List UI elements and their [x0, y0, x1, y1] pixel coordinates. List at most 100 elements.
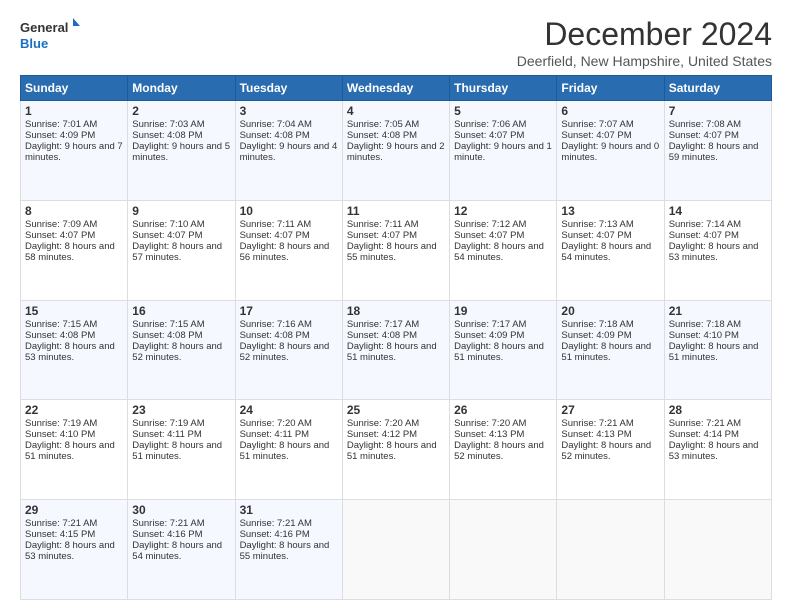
- day-info: Sunrise: 7:05 AM: [347, 119, 445, 130]
- day-number: 18: [347, 304, 445, 318]
- day-cell: 7Sunrise: 7:08 AMSunset: 4:07 PMDaylight…: [664, 101, 771, 201]
- day-info: Sunset: 4:16 PM: [240, 529, 338, 540]
- day-number: 6: [561, 104, 659, 118]
- header-row: SundayMondayTuesdayWednesdayThursdayFrid…: [21, 76, 772, 101]
- day-info: Daylight: 8 hours and 51 minutes.: [240, 440, 338, 462]
- day-info: Sunrise: 7:08 AM: [669, 119, 767, 130]
- day-info: Sunset: 4:08 PM: [347, 130, 445, 141]
- day-info: Daylight: 8 hours and 58 minutes.: [25, 241, 123, 263]
- day-info: Sunset: 4:12 PM: [347, 429, 445, 440]
- day-info: Sunset: 4:07 PM: [454, 130, 552, 141]
- day-info: Daylight: 8 hours and 52 minutes.: [132, 341, 230, 363]
- day-number: 3: [240, 104, 338, 118]
- day-info: Daylight: 8 hours and 56 minutes.: [240, 241, 338, 263]
- week-row-5: 29Sunrise: 7:21 AMSunset: 4:15 PMDayligh…: [21, 500, 772, 600]
- day-info: Daylight: 8 hours and 57 minutes.: [132, 241, 230, 263]
- day-info: Sunset: 4:09 PM: [454, 330, 552, 341]
- day-cell: 11Sunrise: 7:11 AMSunset: 4:07 PMDayligh…: [342, 200, 449, 300]
- logo: General Blue: [20, 16, 80, 52]
- day-info: Sunset: 4:09 PM: [561, 330, 659, 341]
- day-number: 22: [25, 403, 123, 417]
- day-info: Sunrise: 7:06 AM: [454, 119, 552, 130]
- day-info: Daylight: 8 hours and 53 minutes.: [669, 241, 767, 263]
- day-info: Daylight: 8 hours and 54 minutes.: [132, 540, 230, 562]
- day-info: Sunset: 4:16 PM: [132, 529, 230, 540]
- day-info: Sunset: 4:10 PM: [25, 429, 123, 440]
- day-info: Sunset: 4:14 PM: [669, 429, 767, 440]
- day-number: 24: [240, 403, 338, 417]
- day-cell: 31Sunrise: 7:21 AMSunset: 4:16 PMDayligh…: [235, 500, 342, 600]
- day-info: Daylight: 8 hours and 52 minutes.: [240, 341, 338, 363]
- day-info: Sunrise: 7:17 AM: [347, 319, 445, 330]
- day-info: Sunrise: 7:12 AM: [454, 219, 552, 230]
- week-row-1: 1Sunrise: 7:01 AMSunset: 4:09 PMDaylight…: [21, 101, 772, 201]
- page: General Blue December 2024 Deerfield, Ne…: [0, 0, 792, 612]
- col-header-friday: Friday: [557, 76, 664, 101]
- day-cell: 20Sunrise: 7:18 AMSunset: 4:09 PMDayligh…: [557, 300, 664, 400]
- day-info: Sunset: 4:13 PM: [454, 429, 552, 440]
- day-info: Daylight: 8 hours and 52 minutes.: [561, 440, 659, 462]
- day-info: Sunset: 4:08 PM: [240, 130, 338, 141]
- day-info: Sunset: 4:13 PM: [561, 429, 659, 440]
- day-info: Daylight: 8 hours and 55 minutes.: [347, 241, 445, 263]
- day-number: 27: [561, 403, 659, 417]
- day-number: 1: [25, 104, 123, 118]
- day-info: Daylight: 9 hours and 7 minutes.: [25, 141, 123, 163]
- day-info: Sunrise: 7:19 AM: [132, 418, 230, 429]
- day-cell: [664, 500, 771, 600]
- day-info: Sunset: 4:10 PM: [669, 330, 767, 341]
- location-title: Deerfield, New Hampshire, United States: [517, 53, 772, 69]
- day-cell: 21Sunrise: 7:18 AMSunset: 4:10 PMDayligh…: [664, 300, 771, 400]
- day-cell: 24Sunrise: 7:20 AMSunset: 4:11 PMDayligh…: [235, 400, 342, 500]
- day-number: 13: [561, 204, 659, 218]
- day-info: Sunrise: 7:18 AM: [669, 319, 767, 330]
- day-cell: 1Sunrise: 7:01 AMSunset: 4:09 PMDaylight…: [21, 101, 128, 201]
- col-header-thursday: Thursday: [450, 76, 557, 101]
- day-info: Daylight: 8 hours and 53 minutes.: [25, 341, 123, 363]
- day-info: Sunrise: 7:04 AM: [240, 119, 338, 130]
- day-number: 11: [347, 204, 445, 218]
- day-info: Sunset: 4:07 PM: [561, 130, 659, 141]
- day-number: 20: [561, 304, 659, 318]
- day-number: 10: [240, 204, 338, 218]
- day-info: Sunrise: 7:19 AM: [25, 418, 123, 429]
- day-cell: [557, 500, 664, 600]
- day-info: Sunset: 4:15 PM: [25, 529, 123, 540]
- day-number: 31: [240, 503, 338, 517]
- day-info: Daylight: 8 hours and 51 minutes.: [669, 341, 767, 363]
- day-number: 25: [347, 403, 445, 417]
- day-cell: 27Sunrise: 7:21 AMSunset: 4:13 PMDayligh…: [557, 400, 664, 500]
- day-cell: [342, 500, 449, 600]
- day-info: Sunset: 4:07 PM: [347, 230, 445, 241]
- day-number: 7: [669, 104, 767, 118]
- day-cell: 5Sunrise: 7:06 AMSunset: 4:07 PMDaylight…: [450, 101, 557, 201]
- day-cell: 12Sunrise: 7:12 AMSunset: 4:07 PMDayligh…: [450, 200, 557, 300]
- day-info: Sunrise: 7:20 AM: [240, 418, 338, 429]
- day-cell: 23Sunrise: 7:19 AMSunset: 4:11 PMDayligh…: [128, 400, 235, 500]
- day-info: Sunset: 4:08 PM: [25, 330, 123, 341]
- day-number: 28: [669, 403, 767, 417]
- day-info: Daylight: 8 hours and 52 minutes.: [454, 440, 552, 462]
- svg-text:General: General: [20, 20, 68, 35]
- day-cell: 15Sunrise: 7:15 AMSunset: 4:08 PMDayligh…: [21, 300, 128, 400]
- day-number: 12: [454, 204, 552, 218]
- col-header-monday: Monday: [128, 76, 235, 101]
- month-title: December 2024: [517, 16, 772, 53]
- day-info: Sunrise: 7:16 AM: [240, 319, 338, 330]
- day-number: 19: [454, 304, 552, 318]
- day-info: Daylight: 8 hours and 51 minutes.: [561, 341, 659, 363]
- day-info: Sunset: 4:08 PM: [132, 130, 230, 141]
- day-cell: 9Sunrise: 7:10 AMSunset: 4:07 PMDaylight…: [128, 200, 235, 300]
- day-info: Daylight: 8 hours and 54 minutes.: [561, 241, 659, 263]
- week-row-4: 22Sunrise: 7:19 AMSunset: 4:10 PMDayligh…: [21, 400, 772, 500]
- col-header-wednesday: Wednesday: [342, 76, 449, 101]
- day-info: Daylight: 8 hours and 51 minutes.: [132, 440, 230, 462]
- day-info: Daylight: 9 hours and 2 minutes.: [347, 141, 445, 163]
- day-cell: 26Sunrise: 7:20 AMSunset: 4:13 PMDayligh…: [450, 400, 557, 500]
- day-info: Sunrise: 7:10 AM: [132, 219, 230, 230]
- day-info: Daylight: 8 hours and 54 minutes.: [454, 241, 552, 263]
- day-info: Daylight: 9 hours and 1 minute.: [454, 141, 552, 163]
- day-info: Sunrise: 7:18 AM: [561, 319, 659, 330]
- day-number: 26: [454, 403, 552, 417]
- day-number: 2: [132, 104, 230, 118]
